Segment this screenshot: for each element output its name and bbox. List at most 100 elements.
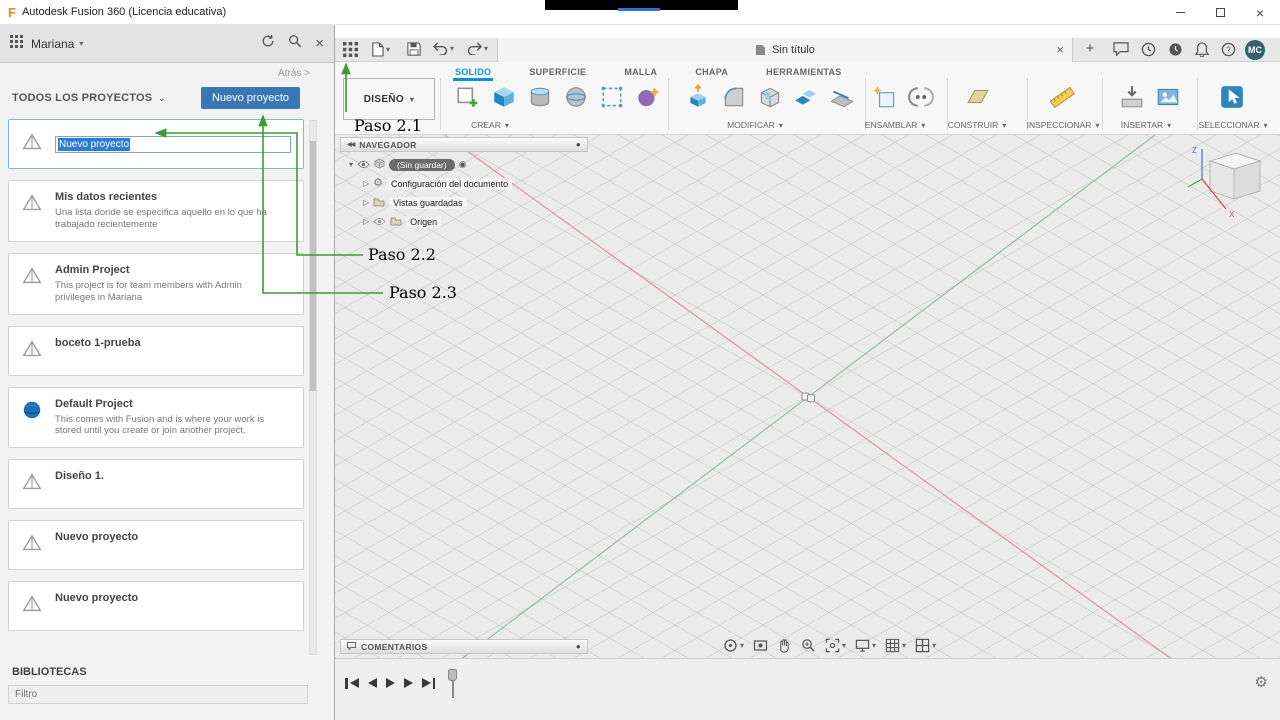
insert-icon[interactable] [1117, 80, 1147, 114]
navigator-item-row[interactable]: ▷ Origen [341, 212, 512, 231]
apps-grid-icon[interactable] [10, 34, 23, 53]
play-icon[interactable] [385, 676, 395, 690]
combine-icon[interactable] [791, 80, 821, 114]
orbit-icon[interactable]: ▾ [723, 638, 744, 653]
back-link[interactable]: Atrás > [0, 63, 334, 79]
refresh-icon[interactable] [261, 34, 275, 53]
pattern-icon[interactable] [597, 80, 627, 114]
activate-radio-icon[interactable]: ◉ [459, 159, 467, 170]
comments-panel-header[interactable]: COMENTARIOS ● [340, 639, 588, 654]
project-card[interactable]: Mis datos recientes Una lista donde se es… [8, 180, 304, 242]
timeline-settings-gear-icon[interactable]: ⚙ [1255, 673, 1268, 691]
visibility-eye-icon[interactable] [373, 213, 386, 231]
undo-caret[interactable]: ▾ [450, 44, 454, 53]
navigator-item-row[interactable]: ▷ ⚙ Configuración del documento [341, 174, 513, 193]
shell-icon[interactable] [755, 80, 785, 114]
close-tab-icon[interactable]: × [1056, 42, 1064, 57]
fillet-icon[interactable] [719, 80, 749, 114]
project-card[interactable]: Default Project This comes with Fusion an… [8, 386, 304, 449]
fit-caret[interactable]: ▾ [842, 641, 846, 650]
origin-marker[interactable] [801, 390, 816, 408]
maximize-button[interactable] [1200, 0, 1240, 25]
group-label-seleccionar[interactable]: SELECCIONAR ▾ [1199, 120, 1268, 130]
press-pull-icon[interactable] [683, 80, 713, 114]
document-tab[interactable]: Sin título × [497, 38, 1073, 62]
minimize-button[interactable] [1160, 0, 1200, 25]
split-body-icon[interactable] [827, 80, 857, 114]
group-label-inspeccionar[interactable]: INSPECCIONAR ▾ [1027, 120, 1100, 130]
create-form-icon[interactable] [633, 80, 663, 114]
search-icon[interactable] [288, 34, 302, 53]
save-icon[interactable] [407, 42, 421, 56]
viewports-icon[interactable]: ▾ [915, 638, 936, 653]
project-name-input[interactable]: Nuevo proyecto [55, 135, 291, 153]
group-label-ensamblar[interactable]: ENSAMBLAR ▾ [865, 120, 925, 130]
joint-icon[interactable] [906, 80, 936, 114]
grid-settings-icon[interactable]: ▾ [885, 638, 906, 653]
data-panel-toggle-grid-icon[interactable] [343, 42, 358, 57]
redo-caret[interactable]: ▾ [484, 44, 488, 53]
new-project-button[interactable]: Nuevo proyecto [200, 87, 300, 109]
navigator-root-row[interactable]: ▾ (Sin guardar) ◉ [341, 155, 512, 174]
redo-icon[interactable]: ▾ [467, 42, 488, 55]
fit-icon[interactable]: ▾ [825, 638, 846, 653]
grid-settings-caret[interactable]: ▾ [902, 641, 906, 650]
workspace-selector[interactable]: DISEÑO ▾ [343, 78, 435, 120]
notifications-bell-icon[interactable] [1195, 42, 1209, 57]
new-tab-button[interactable]: + [1081, 40, 1099, 57]
measure-icon[interactable] [1047, 80, 1077, 114]
tab-herramientas[interactable]: HERRAMIENTAS [764, 64, 843, 81]
project-card[interactable]: Nuevo proyecto [8, 520, 304, 571]
tab-superficie[interactable]: SUPERFICIE [527, 64, 588, 81]
user-dropdown[interactable]: Mariana ▾ [31, 37, 83, 51]
collapsed-arrow-icon[interactable]: ▷ [363, 179, 369, 188]
step-back-icon[interactable] [367, 676, 377, 690]
box-icon[interactable] [489, 80, 519, 114]
create-sketch-icon[interactable] [453, 80, 483, 114]
filter-input[interactable] [8, 685, 308, 704]
skip-to-start-icon[interactable] [345, 676, 359, 690]
timeline-position-marker[interactable] [447, 669, 459, 699]
project-card[interactable]: boceto 1-prueba [8, 325, 304, 376]
panel-scrollbar[interactable] [309, 120, 317, 655]
orbit-caret[interactable]: ▾ [740, 641, 744, 650]
all-projects-dropdown[interactable]: TODOS LOS PROYECTOS ⌄ [12, 92, 165, 104]
file-menu-icon[interactable]: ▾ [371, 42, 390, 57]
group-label-construir[interactable]: CONSTRUIR ▾ [948, 120, 1007, 130]
scrollbar-thumb[interactable] [310, 141, 316, 391]
cylinder-icon[interactable] [525, 80, 555, 114]
clock-icon[interactable] [1168, 42, 1183, 57]
group-label-modificar[interactable]: MODIFICAR ▾ [727, 120, 783, 130]
pan-icon[interactable] [777, 638, 792, 653]
comments-icon[interactable] [1113, 42, 1129, 56]
collapsed-arrow-icon[interactable]: ▷ [363, 217, 369, 226]
collapse-panel-icon[interactable]: ◀◀ [347, 141, 355, 148]
viewport-canvas[interactable]: ◀◀ NAVEGADOR ● ▾ (Sin guardar) ◉ ▷ ⚙ Con… [335, 135, 1280, 658]
tab-solido[interactable]: SOLIDO [453, 64, 493, 81]
insert-canvas-icon[interactable] [1153, 80, 1183, 114]
display-settings-icon[interactable]: ▾ [855, 638, 876, 653]
skip-to-end-icon[interactable] [421, 676, 435, 690]
file-menu-caret[interactable]: ▾ [386, 45, 390, 54]
select-icon[interactable] [1217, 80, 1247, 114]
collapsed-arrow-icon[interactable]: ▷ [363, 198, 369, 207]
tab-malla[interactable]: MALLA [622, 64, 659, 81]
navigator-item-row[interactable]: ▷ Vistas guardadas [341, 193, 512, 212]
expanded-arrow-icon[interactable]: ▾ [349, 160, 353, 169]
new-component-icon[interactable] [870, 80, 900, 114]
project-card[interactable]: Nuevo proyecto [8, 581, 304, 632]
project-card[interactable]: Admin Project This project is for team me… [8, 252, 304, 315]
sphere-icon[interactable] [561, 80, 591, 114]
job-status-icon[interactable] [1141, 42, 1156, 57]
user-avatar[interactable]: MC [1245, 40, 1265, 60]
visibility-eye-icon[interactable] [357, 156, 370, 174]
undo-icon[interactable]: ▾ [433, 42, 454, 55]
zoom-icon[interactable] [801, 638, 816, 653]
display-settings-caret[interactable]: ▾ [872, 641, 876, 650]
step-forward-icon[interactable] [403, 676, 413, 690]
tab-chapa[interactable]: CHAPA [693, 64, 730, 81]
navigator-header[interactable]: ◀◀ NAVEGADOR ● [340, 137, 588, 152]
view-cube[interactable]: Z X [1180, 141, 1270, 226]
construction-plane-icon[interactable] [963, 80, 993, 114]
group-label-crear[interactable]: CREAR ▾ [471, 120, 509, 130]
